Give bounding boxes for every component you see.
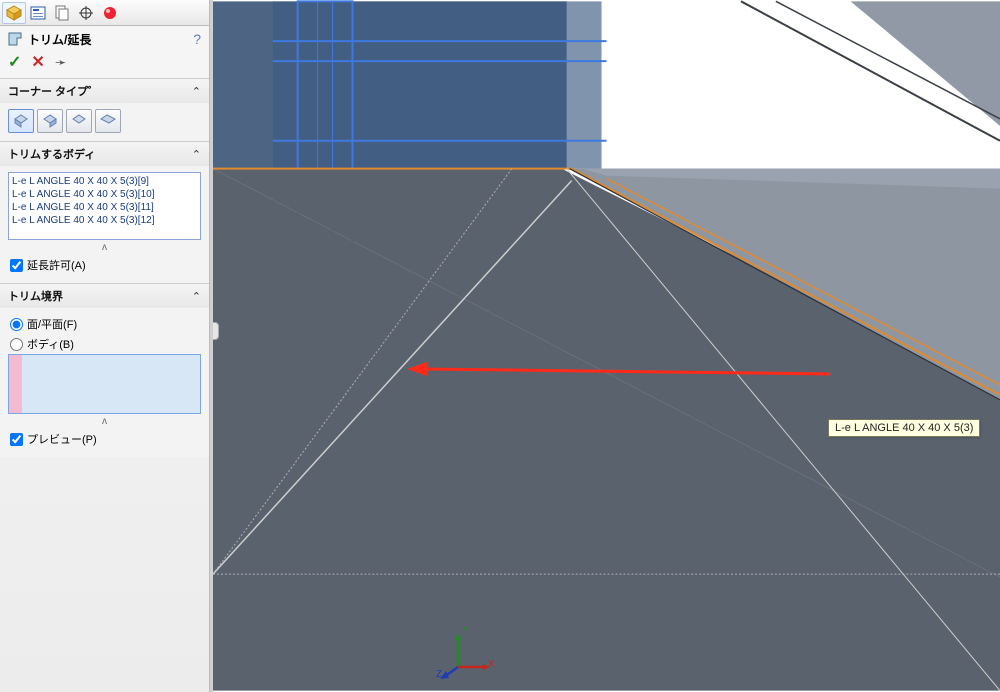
feature-command-row: ✓ ✕ ➛: [0, 50, 209, 78]
corner-box-4-icon: [100, 113, 116, 129]
corner-box-3-icon: [71, 113, 87, 129]
model-svg: [213, 0, 1000, 692]
trim-bodies-listbox[interactable]: L-e L ANGLE 40 X 40 X 5(3)[9]L-e L ANGLE…: [8, 172, 201, 240]
list-icon: [30, 5, 46, 21]
trim-body-item[interactable]: L-e L ANGLE 40 X 40 X 5(3)[10]: [11, 188, 198, 201]
accept-button[interactable]: ✓: [8, 52, 21, 72]
property-panel: トリム/延長 ? ✓ ✕ ➛ コーナー タイプ゜ ⌃: [0, 0, 210, 692]
allow-extend-input[interactable]: [10, 259, 23, 272]
section-header-boundary[interactable]: トリム境界 ⌃: [0, 284, 209, 308]
radio-body[interactable]: ボディ(B): [8, 334, 201, 354]
collapse-icon: ⌃: [192, 85, 201, 98]
flyout-handle[interactable]: ʌ: [8, 414, 201, 427]
selection-stripe: [9, 355, 21, 413]
boundary-selection-box[interactable]: [8, 354, 201, 414]
axis-z-label: Z: [436, 669, 442, 680]
feature-titlebar: トリム/延長 ?: [0, 26, 209, 50]
trim-body-item[interactable]: L-e L ANGLE 40 X 40 X 5(3)[12]: [11, 214, 198, 227]
allow-extend-label: 延長許可(A): [27, 257, 86, 273]
allow-extend-checkbox[interactable]: 延長許可(A): [8, 253, 201, 277]
axis-y-label: Y: [462, 625, 469, 636]
radio-body-label: ボディ(B): [27, 336, 74, 352]
corner-type-1[interactable]: [8, 109, 34, 133]
corner-type-4[interactable]: [95, 109, 121, 133]
preview-input[interactable]: [10, 433, 23, 446]
trim-extend-icon: [6, 30, 24, 48]
feature-title: トリム/延長: [28, 31, 91, 48]
collapse-icon: ⌃: [192, 148, 201, 161]
radio-face[interactable]: 面/平面(F): [8, 314, 201, 334]
config-tab[interactable]: [50, 2, 74, 24]
hover-tooltip: L-e L ANGLE 40 X 40 X 5(3): [828, 419, 980, 437]
annotation-arrow: [405, 359, 835, 389]
radio-face-input[interactable]: [10, 318, 23, 331]
section-boundary: トリム境界 ⌃ 面/平面(F) ボディ(B) ʌ: [0, 283, 209, 457]
section-label-trim: トリムするボディ: [8, 146, 95, 162]
panel-tabstrip: [0, 0, 209, 26]
section-corner-type: コーナー タイプ゜ ⌃: [0, 78, 209, 141]
section-label-corner: コーナー タイプ゜: [8, 83, 99, 99]
sphere-icon: [102, 5, 118, 21]
collapse-icon: ⌃: [192, 290, 201, 303]
axis-x-label: X: [488, 659, 495, 670]
cancel-button[interactable]: ✕: [31, 52, 44, 72]
section-header-corner[interactable]: コーナー タイプ゜ ⌃: [0, 79, 209, 103]
section-label-boundary: トリム境界: [8, 288, 63, 304]
viewport[interactable]: L-e L ANGLE 40 X 40 X 5(3) Y X Z: [210, 0, 1000, 692]
corner-box-2-icon: [42, 113, 58, 129]
preview-checkbox[interactable]: プレビュー(P): [8, 427, 201, 451]
trim-body-item[interactable]: L-e L ANGLE 40 X 40 X 5(3)[9]: [11, 175, 198, 188]
corner-box-1-icon: [13, 113, 29, 129]
pin-button[interactable]: ➛: [55, 54, 67, 71]
panel-resize-handle[interactable]: [211, 322, 219, 340]
sheet-icon: [54, 5, 70, 21]
cube-icon: [6, 5, 22, 21]
target-icon: [78, 5, 94, 21]
section-header-trim[interactable]: トリムするボディ ⌃: [0, 142, 209, 166]
axis-triad: Y X Z: [438, 629, 490, 684]
app-root: トリム/延長 ? ✓ ✕ ➛ コーナー タイプ゜ ⌃: [0, 0, 1000, 692]
feature-manager-tab[interactable]: [26, 2, 50, 24]
corner-type-2[interactable]: [37, 109, 63, 133]
flyout-handle[interactable]: ʌ: [8, 240, 201, 253]
preview-label: プレビュー(P): [27, 431, 97, 447]
target-tab[interactable]: [74, 2, 98, 24]
radio-face-label: 面/平面(F): [27, 316, 77, 332]
appearance-tab[interactable]: [98, 2, 122, 24]
section-trim-bodies: トリムするボディ ⌃ L-e L ANGLE 40 X 40 X 5(3)[9]…: [0, 141, 209, 283]
corner-type-row: [8, 109, 201, 133]
feature-tab[interactable]: [2, 2, 26, 24]
corner-type-3[interactable]: [66, 109, 92, 133]
help-icon[interactable]: ?: [193, 31, 201, 47]
selection-field[interactable]: [21, 355, 200, 413]
radio-body-input[interactable]: [10, 338, 23, 351]
scene-3d[interactable]: [213, 0, 1000, 692]
trim-body-item[interactable]: L-e L ANGLE 40 X 40 X 5(3)[11]: [11, 201, 198, 214]
